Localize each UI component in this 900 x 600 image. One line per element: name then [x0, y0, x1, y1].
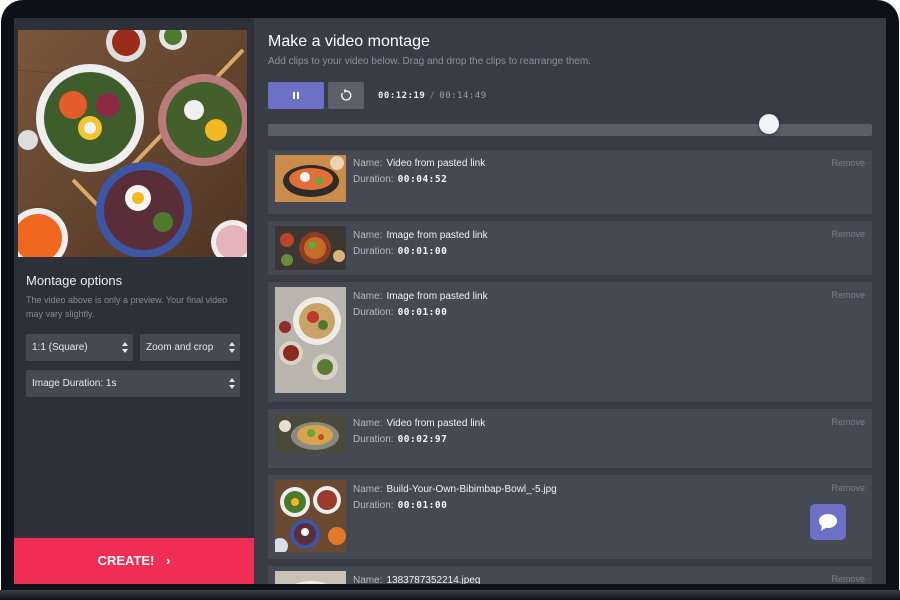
montage-editor: Make a video montage Add clips to your v… — [254, 18, 886, 584]
image-duration-value: Image Duration: 1s — [32, 378, 117, 389]
clip-name: Name: Video from pasted link — [353, 158, 486, 169]
clip-duration: Duration: 00:01:00 — [353, 500, 448, 511]
chevron-right-icon: › — [166, 553, 171, 568]
clip-name: Name: Video from pasted link — [353, 418, 486, 429]
clip-thumbnail — [275, 155, 346, 202]
laptop-base — [0, 590, 900, 600]
food-thumbnail-image — [275, 480, 346, 552]
clip-name: Name: Build-Your-Own-Bibimbap-Bowl_-5.jpg — [353, 484, 557, 495]
clip-item[interactable]: Name: Build-Your-Own-Bibimbap-Bowl_-5.jpg… — [268, 475, 872, 559]
clip-duration: Duration: 00:02:97 — [353, 434, 448, 445]
playback-time: 00:12:19/00:14:49 — [378, 91, 487, 101]
clip-duration: Duration: 00:01:00 — [353, 246, 448, 257]
remove-clip-button[interactable]: Remove — [831, 574, 865, 584]
remove-clip-button[interactable]: Remove — [831, 483, 865, 493]
select-arrows-icon — [229, 342, 235, 353]
crop-mode-value: Zoom and crop — [146, 342, 214, 353]
remove-clip-button[interactable]: Remove — [831, 158, 865, 168]
create-button[interactable]: CREATE! › — [14, 538, 254, 584]
clip-duration: Duration: 00:01:00 — [353, 307, 448, 318]
clip-item[interactable]: Name: Image from pasted link Duration: 00:… — [268, 282, 872, 402]
aspect-ratio-value: 1:1 (Square) — [32, 342, 88, 353]
pause-button[interactable] — [268, 82, 324, 109]
page-title: Make a video montage — [268, 33, 430, 50]
food-thumbnail-image — [275, 571, 346, 584]
food-thumbnail-image — [275, 226, 346, 270]
clip-name: Name: Image from pasted link — [353, 230, 488, 241]
clip-item[interactable]: Name: Image from pasted link Duration: 00:… — [268, 221, 872, 275]
food-thumbnail-image — [275, 155, 346, 202]
clip-thumbnail — [275, 226, 346, 270]
clip-thumbnail — [275, 480, 346, 552]
select-arrows-icon — [122, 342, 128, 353]
montage-options-title: Montage options — [26, 273, 123, 288]
replay-icon — [341, 89, 352, 101]
app-screen: Montage options The video above is only … — [14, 18, 886, 584]
crop-mode-select[interactable]: Zoom and crop — [140, 334, 240, 361]
select-arrows-icon — [229, 378, 235, 389]
clip-thumbnail — [275, 287, 346, 393]
scrubber-track[interactable] — [268, 124, 872, 136]
aspect-ratio-select[interactable]: 1:1 (Square) — [26, 334, 133, 361]
remove-clip-button[interactable]: Remove — [831, 229, 865, 239]
remove-clip-button[interactable]: Remove — [831, 290, 865, 300]
page-subtitle: Add clips to your video below. Drag and … — [268, 56, 591, 67]
clip-duration: Duration: 00:04:52 — [353, 174, 448, 185]
clip-item[interactable]: Name: 1383787352214.jpeg Remove — [268, 566, 872, 584]
chat-bubble-icon — [819, 514, 837, 531]
chat-button[interactable] — [810, 504, 846, 540]
montage-sidebar: Montage options The video above is only … — [14, 18, 254, 584]
food-thumbnail-image — [275, 414, 346, 453]
clip-name: Name: Image from pasted link — [353, 291, 488, 302]
remove-clip-button[interactable]: Remove — [831, 417, 865, 427]
create-button-label: CREATE! — [97, 553, 155, 568]
clip-thumbnail — [275, 414, 346, 453]
food-thumbnail-image — [275, 287, 346, 393]
total-time: 00:14:49 — [439, 91, 487, 101]
image-duration-select[interactable]: Image Duration: 1s — [26, 370, 240, 397]
replay-button[interactable] — [328, 82, 364, 109]
clip-item[interactable]: Name: Video from pasted link Duration: 00:… — [268, 150, 872, 214]
current-time: 00:12:19 — [378, 91, 426, 101]
clip-name: Name: 1383787352214.jpeg — [353, 575, 481, 584]
clip-item[interactable]: Name: Video from pasted link Duration: 00:… — [268, 409, 872, 468]
time-separator: / — [429, 91, 436, 101]
food-preview-image — [18, 30, 247, 257]
video-preview[interactable] — [18, 30, 247, 257]
preview-disclaimer: The video above is only a preview. Your … — [26, 295, 228, 319]
clip-thumbnail — [275, 571, 346, 584]
